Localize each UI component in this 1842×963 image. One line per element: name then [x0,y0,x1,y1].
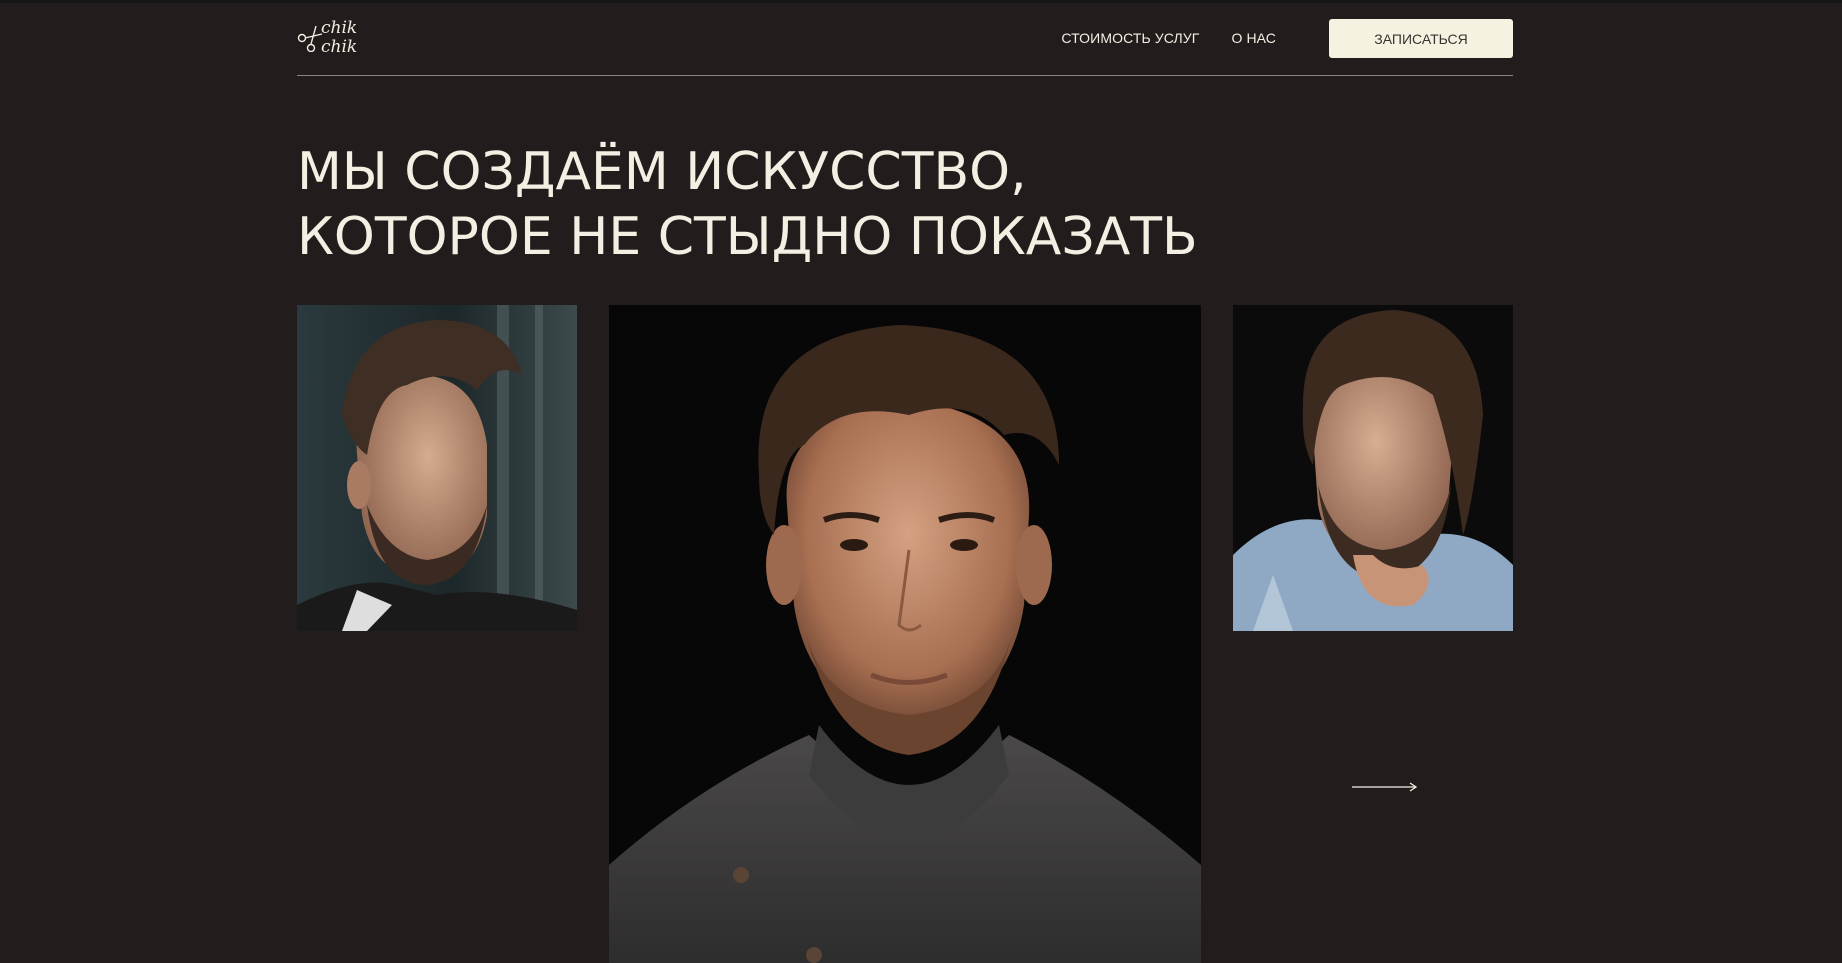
gallery-image-center [609,305,1201,963]
scissors-icon [297,25,323,52]
page-container: chik chik СТОИМОСТЬ УСЛУГ О НАС ЗАПИСАТЬ… [297,0,1513,963]
book-appointment-button[interactable]: ЗАПИСАТЬСЯ [1329,19,1513,58]
gallery-image-left [297,305,577,631]
gallery-image-right [1233,305,1513,631]
hero-title: МЫ СОЗДАЁМ ИСКУССТВО, КОТОРОЕ НЕ СТЫДНО … [297,140,1198,270]
brand-name: chik chik [321,18,358,57]
hero-title-line-1: МЫ СОЗДАЁМ ИСКУССТВО, [297,142,1027,202]
hero-title-line-2: КОТОРОЕ НЕ СТЫДНО ПОКАЗАТЬ [297,207,1198,267]
nav-link-prices[interactable]: СТОИМОСТЬ УСЛУГ [1061,30,1199,46]
arrow-right-icon[interactable] [1350,777,1420,797]
header-divider [297,75,1513,76]
nav-link-about[interactable]: О НАС [1231,30,1276,46]
main-nav: СТОИМОСТЬ УСЛУГ О НАС [1061,30,1276,46]
brand-logo[interactable]: chik chik [297,18,377,62]
